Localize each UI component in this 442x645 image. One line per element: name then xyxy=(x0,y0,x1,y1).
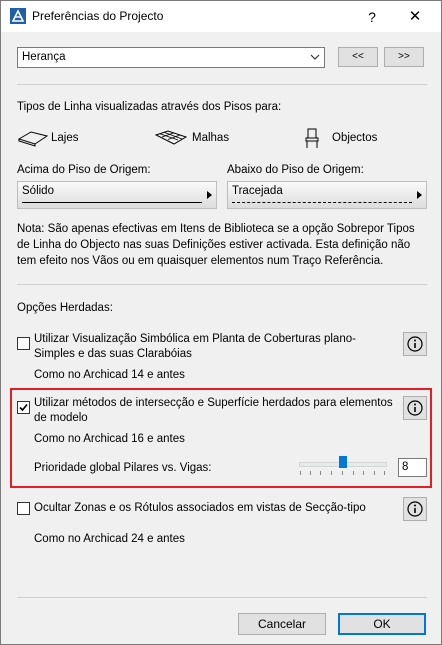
below-line-type-popup[interactable]: Tracejada xyxy=(227,181,427,209)
info-icon xyxy=(407,336,423,352)
preferences-page-value: Herança xyxy=(22,51,66,63)
line-types-note: Nota: São apenas efectivas em Itens de B… xyxy=(17,223,415,267)
mesh-icon xyxy=(154,130,188,145)
zones-option-version-note: Como no Archicad 24 e antes xyxy=(34,533,185,545)
roof-symbolic-display-checkbox[interactable] xyxy=(17,337,30,350)
slider-tick xyxy=(310,471,311,475)
slider-tick xyxy=(374,471,375,475)
roof-option-version-note: Como no Archicad 14 e antes xyxy=(34,369,185,381)
column-beam-priority-label: Prioridade global Pilares vs. Vigas: xyxy=(34,462,212,474)
slider-tick xyxy=(384,471,385,475)
dialog-window: Preferências do Projecto ? ✕ Herança << … xyxy=(0,0,442,645)
ok-button[interactable]: OK xyxy=(338,613,426,635)
intersection-option-version-note: Como no Archicad 16 e antes xyxy=(34,433,185,445)
object-chair-icon xyxy=(305,128,319,148)
separator xyxy=(17,597,427,598)
archicad-app-icon xyxy=(10,8,26,24)
dashed-line-preview xyxy=(232,202,412,203)
slider-tick xyxy=(353,471,354,475)
info-button-zones[interactable] xyxy=(403,497,427,521)
priority-slider-thumb[interactable] xyxy=(339,456,347,468)
popup-arrow-icon xyxy=(207,191,212,199)
info-button-roof[interactable] xyxy=(403,332,427,356)
separator xyxy=(17,84,427,85)
popup-arrow-icon xyxy=(417,191,422,199)
info-icon xyxy=(407,501,423,517)
meshes-label: Malhas xyxy=(192,132,230,144)
slider-tick xyxy=(320,471,321,475)
next-page-button[interactable]: >> xyxy=(384,47,424,67)
slider-tick xyxy=(363,471,364,475)
line-types-heading: Tipos de Linha visualizadas através dos … xyxy=(17,101,282,113)
roof-symbolic-display-label: Utilizar Visualização Simbólica em Plant… xyxy=(34,333,356,360)
below-home-story-label: Abaixo do Piso de Origem: xyxy=(227,164,364,176)
inherited-options-heading: Opções Herdadas: xyxy=(17,302,113,314)
cancel-button[interactable]: Cancelar xyxy=(238,613,326,635)
legacy-intersection-label: Utilizar métodos de intersecção e Superf… xyxy=(34,397,393,424)
previous-page-button[interactable]: << xyxy=(338,47,378,67)
checkmark-icon xyxy=(19,403,28,412)
legacy-intersection-checkbox[interactable] xyxy=(17,401,30,414)
close-button[interactable]: ✕ xyxy=(405,7,425,27)
preferences-page-dropdown[interactable]: Herança xyxy=(17,47,325,68)
slider-tick xyxy=(300,471,301,475)
priority-value-field[interactable]: 8 xyxy=(398,458,427,477)
above-line-type-value: Sólido xyxy=(22,185,54,197)
info-icon xyxy=(407,400,423,416)
solid-line-preview xyxy=(22,202,202,203)
slider-tick xyxy=(342,471,343,475)
above-home-story-label: Acima do Piso de Origem: xyxy=(17,164,151,176)
slab-icon xyxy=(17,131,49,147)
separator xyxy=(17,284,427,285)
slabs-label: Lajes xyxy=(51,132,79,144)
chevron-down-icon xyxy=(310,54,320,60)
hide-zones-checkbox[interactable] xyxy=(17,502,30,515)
help-button[interactable]: ? xyxy=(362,7,382,27)
objects-label: Objectos xyxy=(332,132,378,144)
hide-zones-label: Ocultar Zonas e os Rótulos associados em… xyxy=(34,502,366,514)
below-line-type-value: Tracejada xyxy=(232,185,283,197)
above-line-type-popup[interactable]: Sólido xyxy=(17,181,217,209)
window-title: Preferências do Projecto xyxy=(32,9,164,23)
info-button-intersection[interactable] xyxy=(403,396,427,420)
slider-tick xyxy=(331,471,332,475)
title-bar: Preferências do Projecto ? ✕ xyxy=(1,1,441,32)
